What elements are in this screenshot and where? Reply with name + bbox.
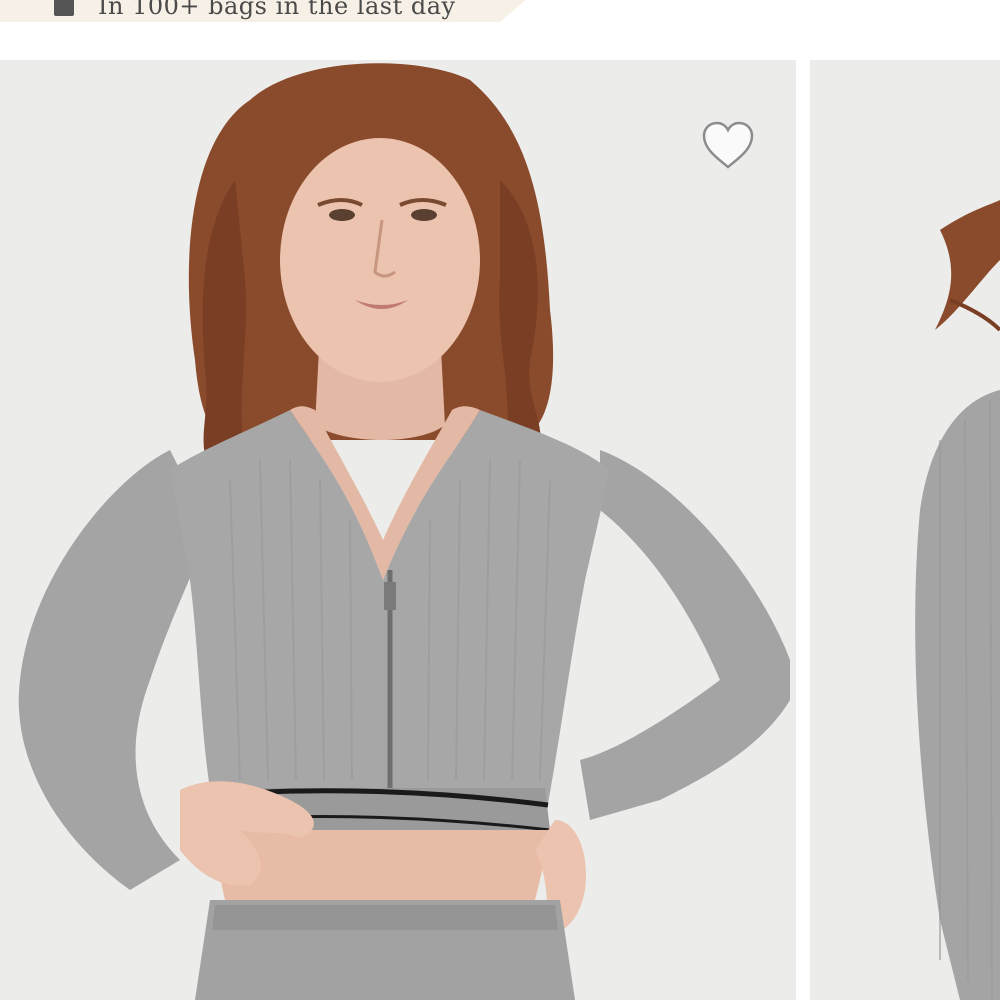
social-proof-banner: In 100+ bags in the last day (0, 0, 530, 22)
product-image-gallery[interactable] (0, 60, 1000, 1000)
product-photo-next-illustration (810, 60, 1000, 1000)
product-image-main[interactable] (0, 60, 796, 1000)
product-page: In 100+ bags in the last day (0, 0, 1000, 1000)
wishlist-heart-icon[interactable] (700, 120, 756, 172)
product-image-next[interactable] (810, 60, 1000, 1000)
social-proof-text: In 100+ bags in the last day (98, 0, 456, 20)
heart-outline-icon (702, 121, 754, 169)
social-proof-banner-body: In 100+ bags in the last day (0, 0, 500, 22)
banner-tail (500, 0, 530, 22)
product-photo-illustration (0, 60, 796, 1000)
bag-icon (54, 0, 74, 16)
